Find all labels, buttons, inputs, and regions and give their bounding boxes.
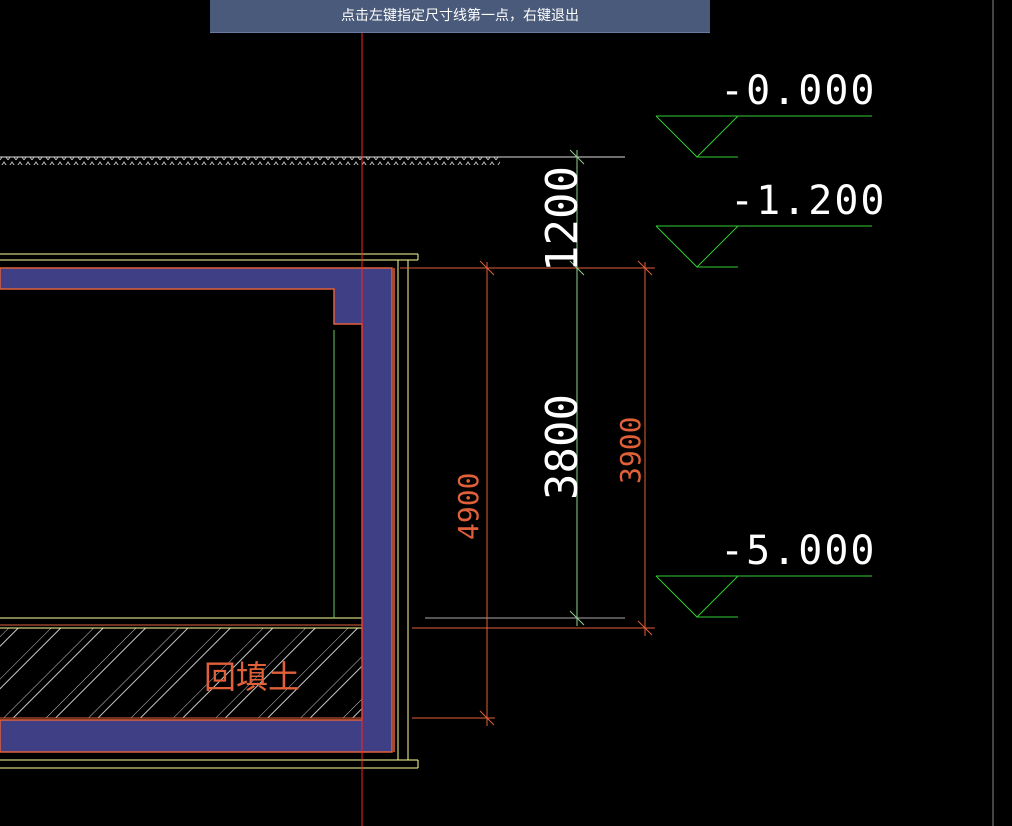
elevation-label: -0.000 <box>720 68 877 114</box>
elevation-marker-1 <box>655 225 872 268</box>
elevation-label: -1.200 <box>730 178 887 224</box>
prompt-text: 点击左键指定尺寸线第一点，右键退出 <box>341 8 579 24</box>
dimension-text-3800: 3800 <box>537 394 588 500</box>
elevation-label: -5.000 <box>720 528 877 574</box>
backfill-hatch <box>0 628 362 718</box>
command-prompt-bar: 点击左键指定尺寸线第一点，右键退出 <box>210 0 710 33</box>
backfill-label: 回填土 <box>204 658 301 696</box>
drawing-canvas[interactable] <box>0 0 1012 826</box>
dimension-text-4900: 4900 <box>452 472 485 540</box>
ground-line <box>0 156 625 165</box>
dimension-text-3900: 3900 <box>614 416 647 484</box>
elevation-marker-0 <box>655 115 872 158</box>
extension-lines <box>400 267 655 719</box>
dimension-text-1200: 1200 <box>537 166 588 272</box>
elevation-marker-2 <box>655 575 872 618</box>
